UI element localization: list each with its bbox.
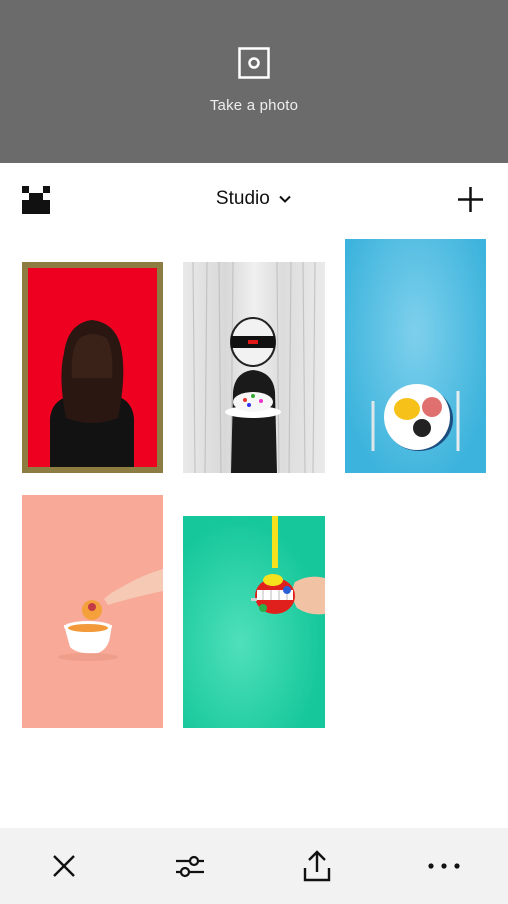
photo-thumbnail[interactable] <box>183 262 325 473</box>
more-dots-icon[interactable] <box>426 848 462 884</box>
photo-thumbnail[interactable] <box>22 495 163 728</box>
adjust-sliders-icon[interactable] <box>172 848 208 884</box>
camera-shutter-icon <box>238 47 270 79</box>
share-upload-icon[interactable] <box>299 848 335 884</box>
studio-dropdown[interactable]: Studio <box>0 187 508 211</box>
close-icon[interactable] <box>46 848 82 884</box>
photo-thumbnail[interactable] <box>345 239 486 473</box>
photo-image <box>58 569 163 661</box>
chevron-down-icon <box>279 195 291 203</box>
studio-title: Studio <box>215 188 270 209</box>
photo-image <box>251 516 325 615</box>
photo-image <box>50 320 134 467</box>
photo-thumbnail[interactable] <box>183 516 325 728</box>
take-photo-area[interactable]: Take a photo <box>0 0 508 163</box>
take-photo-label: Take a photo <box>209 97 299 114</box>
plus-icon[interactable] <box>457 186 484 213</box>
photo-image <box>192 262 316 473</box>
photo-image <box>371 384 460 451</box>
photo-thumbnail[interactable] <box>22 262 163 473</box>
bottom-toolbar <box>0 828 508 904</box>
